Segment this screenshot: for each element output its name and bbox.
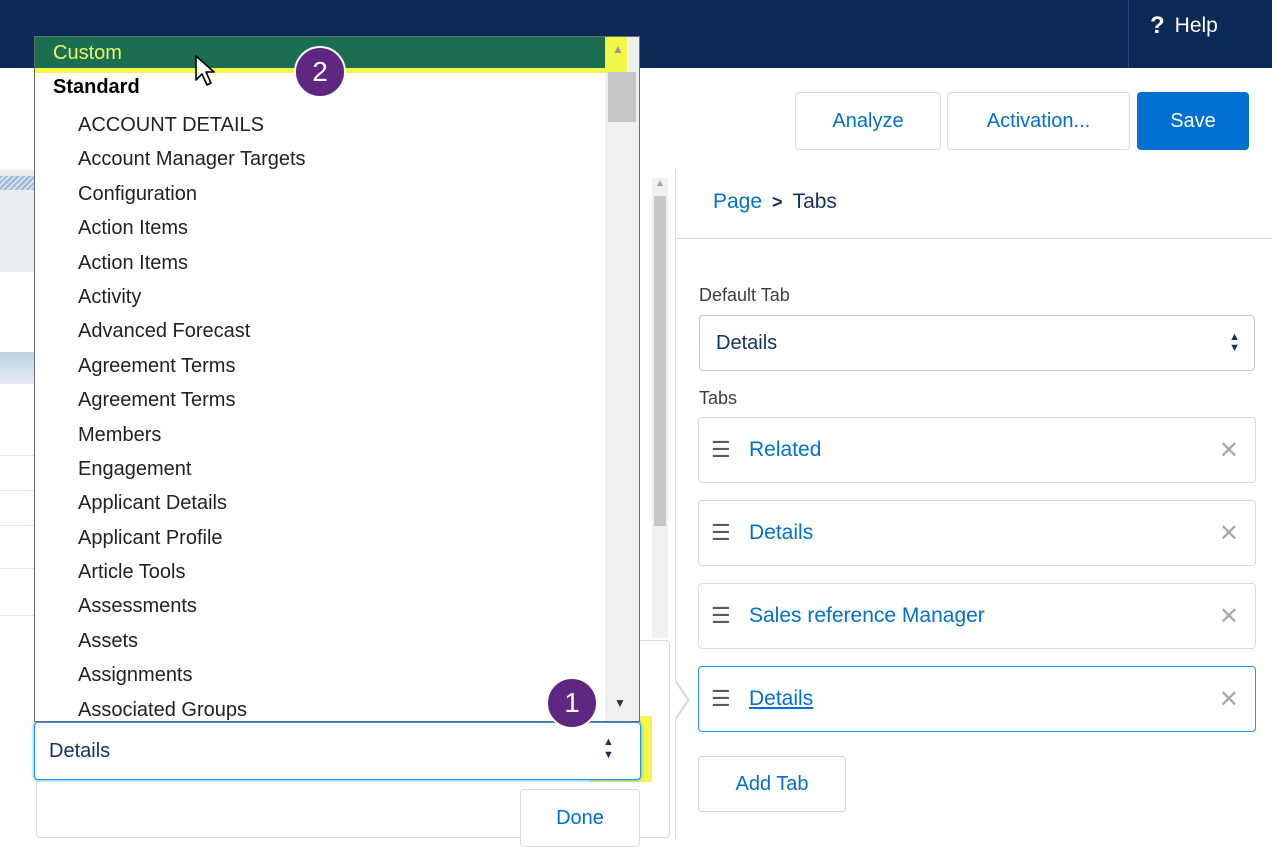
analyze-button[interactable]: Analyze xyxy=(795,92,941,150)
header-divider xyxy=(1128,0,1129,68)
dropdown-option[interactable]: Article Tools xyxy=(78,555,306,589)
canvas-divider xyxy=(0,615,36,616)
dropdown-option[interactable]: Agreement Terms xyxy=(78,349,306,383)
canvas-divider xyxy=(0,568,36,569)
select-arrows-icon: ▲ ▼ xyxy=(1229,331,1240,354)
canvas-divider xyxy=(0,455,36,456)
select-arrows-icon[interactable]: ▲ ▼ xyxy=(603,736,614,762)
mouse-cursor-icon xyxy=(195,55,215,86)
dropdown-option[interactable]: Advanced Forecast xyxy=(78,314,306,348)
tabs-label: Tabs xyxy=(699,388,738,408)
dropdown-option[interactable]: ACCOUNT DETAILS xyxy=(78,108,306,142)
dropdown-option[interactable]: Applicant Profile xyxy=(78,521,306,555)
breadcrumb-page-link[interactable]: Page xyxy=(713,190,762,214)
tab-item-label[interactable]: Related xyxy=(749,438,1219,462)
breadcrumb: Page > Tabs xyxy=(713,190,837,214)
dropdown-option[interactable]: Agreement Terms xyxy=(78,383,306,417)
scroll-down-icon[interactable]: ▼ xyxy=(614,696,626,710)
dropdown-option[interactable]: Activity xyxy=(78,280,306,314)
breadcrumb-separator: > xyxy=(772,191,783,212)
remove-tab-icon[interactable]: ✕ xyxy=(1219,685,1239,714)
help-label: Help xyxy=(1174,14,1218,37)
remove-tab-icon[interactable]: ✕ xyxy=(1219,436,1239,465)
tab-item-label[interactable]: Details xyxy=(749,521,1219,545)
dropdown-option[interactable]: Associated Groups xyxy=(78,693,306,727)
scroll-up-icon[interactable]: ▲ xyxy=(612,42,624,56)
done-button[interactable]: Done xyxy=(520,789,640,847)
dropdown-group-header: Standard xyxy=(53,76,140,98)
default-tab-value: Details xyxy=(716,331,778,354)
dropdown-option[interactable]: Assessments xyxy=(78,589,306,623)
dropdown-option[interactable]: Engagement xyxy=(78,452,306,486)
help-link[interactable]: ? Help xyxy=(1150,12,1218,40)
default-tab-select[interactable]: Details ▲ ▼ xyxy=(699,315,1255,371)
canvas-scrollbar-thumb[interactable] xyxy=(654,196,666,526)
tab-item[interactable]: ☰ Sales reference Manager ✕ xyxy=(698,583,1256,649)
drag-handle-icon[interactable]: ☰ xyxy=(711,603,735,629)
canvas-scroll-up-icon[interactable]: ▲ xyxy=(652,178,668,192)
dropdown-option[interactable]: Members xyxy=(78,418,306,452)
tab-item-label[interactable]: Details xyxy=(749,687,1219,711)
panel-separator xyxy=(676,238,1272,239)
save-button[interactable]: Save xyxy=(1137,92,1249,150)
dropdown-option[interactable]: Assets xyxy=(78,624,306,658)
callout-badge-2: 2 xyxy=(294,46,346,98)
remove-tab-icon[interactable]: ✕ xyxy=(1219,519,1239,548)
tab-label-select-value: Details xyxy=(49,739,111,762)
popover-pointer-inner xyxy=(675,682,687,718)
dropdown-option[interactable]: Action Items xyxy=(78,211,306,245)
callout-badge-1: 1 xyxy=(546,677,598,729)
breadcrumb-current: Tabs xyxy=(792,190,837,213)
drag-handle-icon[interactable]: ☰ xyxy=(711,520,735,546)
dropdown-option[interactable]: Account Manager Targets xyxy=(78,142,306,176)
tab-item[interactable]: ☰ Related ✕ xyxy=(698,417,1256,483)
canvas-component-header xyxy=(0,352,36,384)
dropdown-option[interactable]: Applicant Details xyxy=(78,486,306,520)
remove-tab-icon[interactable]: ✕ xyxy=(1219,602,1239,631)
default-tab-label: Default Tab xyxy=(699,285,790,305)
tab-label-select[interactable]: Details xyxy=(34,722,641,780)
canvas-divider xyxy=(0,490,36,491)
panel-divider xyxy=(675,170,676,838)
dropdown-scrollbar-thumb[interactable] xyxy=(608,72,636,122)
help-icon: ? xyxy=(1150,12,1165,39)
tab-item[interactable]: ☰ Details ✕ xyxy=(698,500,1256,566)
add-tab-button[interactable]: Add Tab xyxy=(698,756,846,812)
tab-item-active[interactable]: ☰ Details ✕ xyxy=(698,666,1256,732)
canvas-divider xyxy=(0,525,36,526)
drag-handle-icon[interactable]: ☰ xyxy=(711,686,735,712)
dropdown-option[interactable]: Assignments xyxy=(78,658,306,692)
dropdown-option[interactable]: Action Items xyxy=(78,246,306,280)
tab-item-label[interactable]: Sales reference Manager xyxy=(749,604,1219,628)
dropdown-options-list: ACCOUNT DETAILS Account Manager Targets … xyxy=(78,108,306,727)
drag-handle-icon[interactable]: ☰ xyxy=(711,437,735,463)
activation-button[interactable]: Activation... xyxy=(947,92,1130,150)
dropdown-scrollbar[interactable] xyxy=(605,37,639,721)
canvas-decorative-stripe xyxy=(0,176,36,190)
dropdown-option[interactable]: Configuration xyxy=(78,177,306,211)
